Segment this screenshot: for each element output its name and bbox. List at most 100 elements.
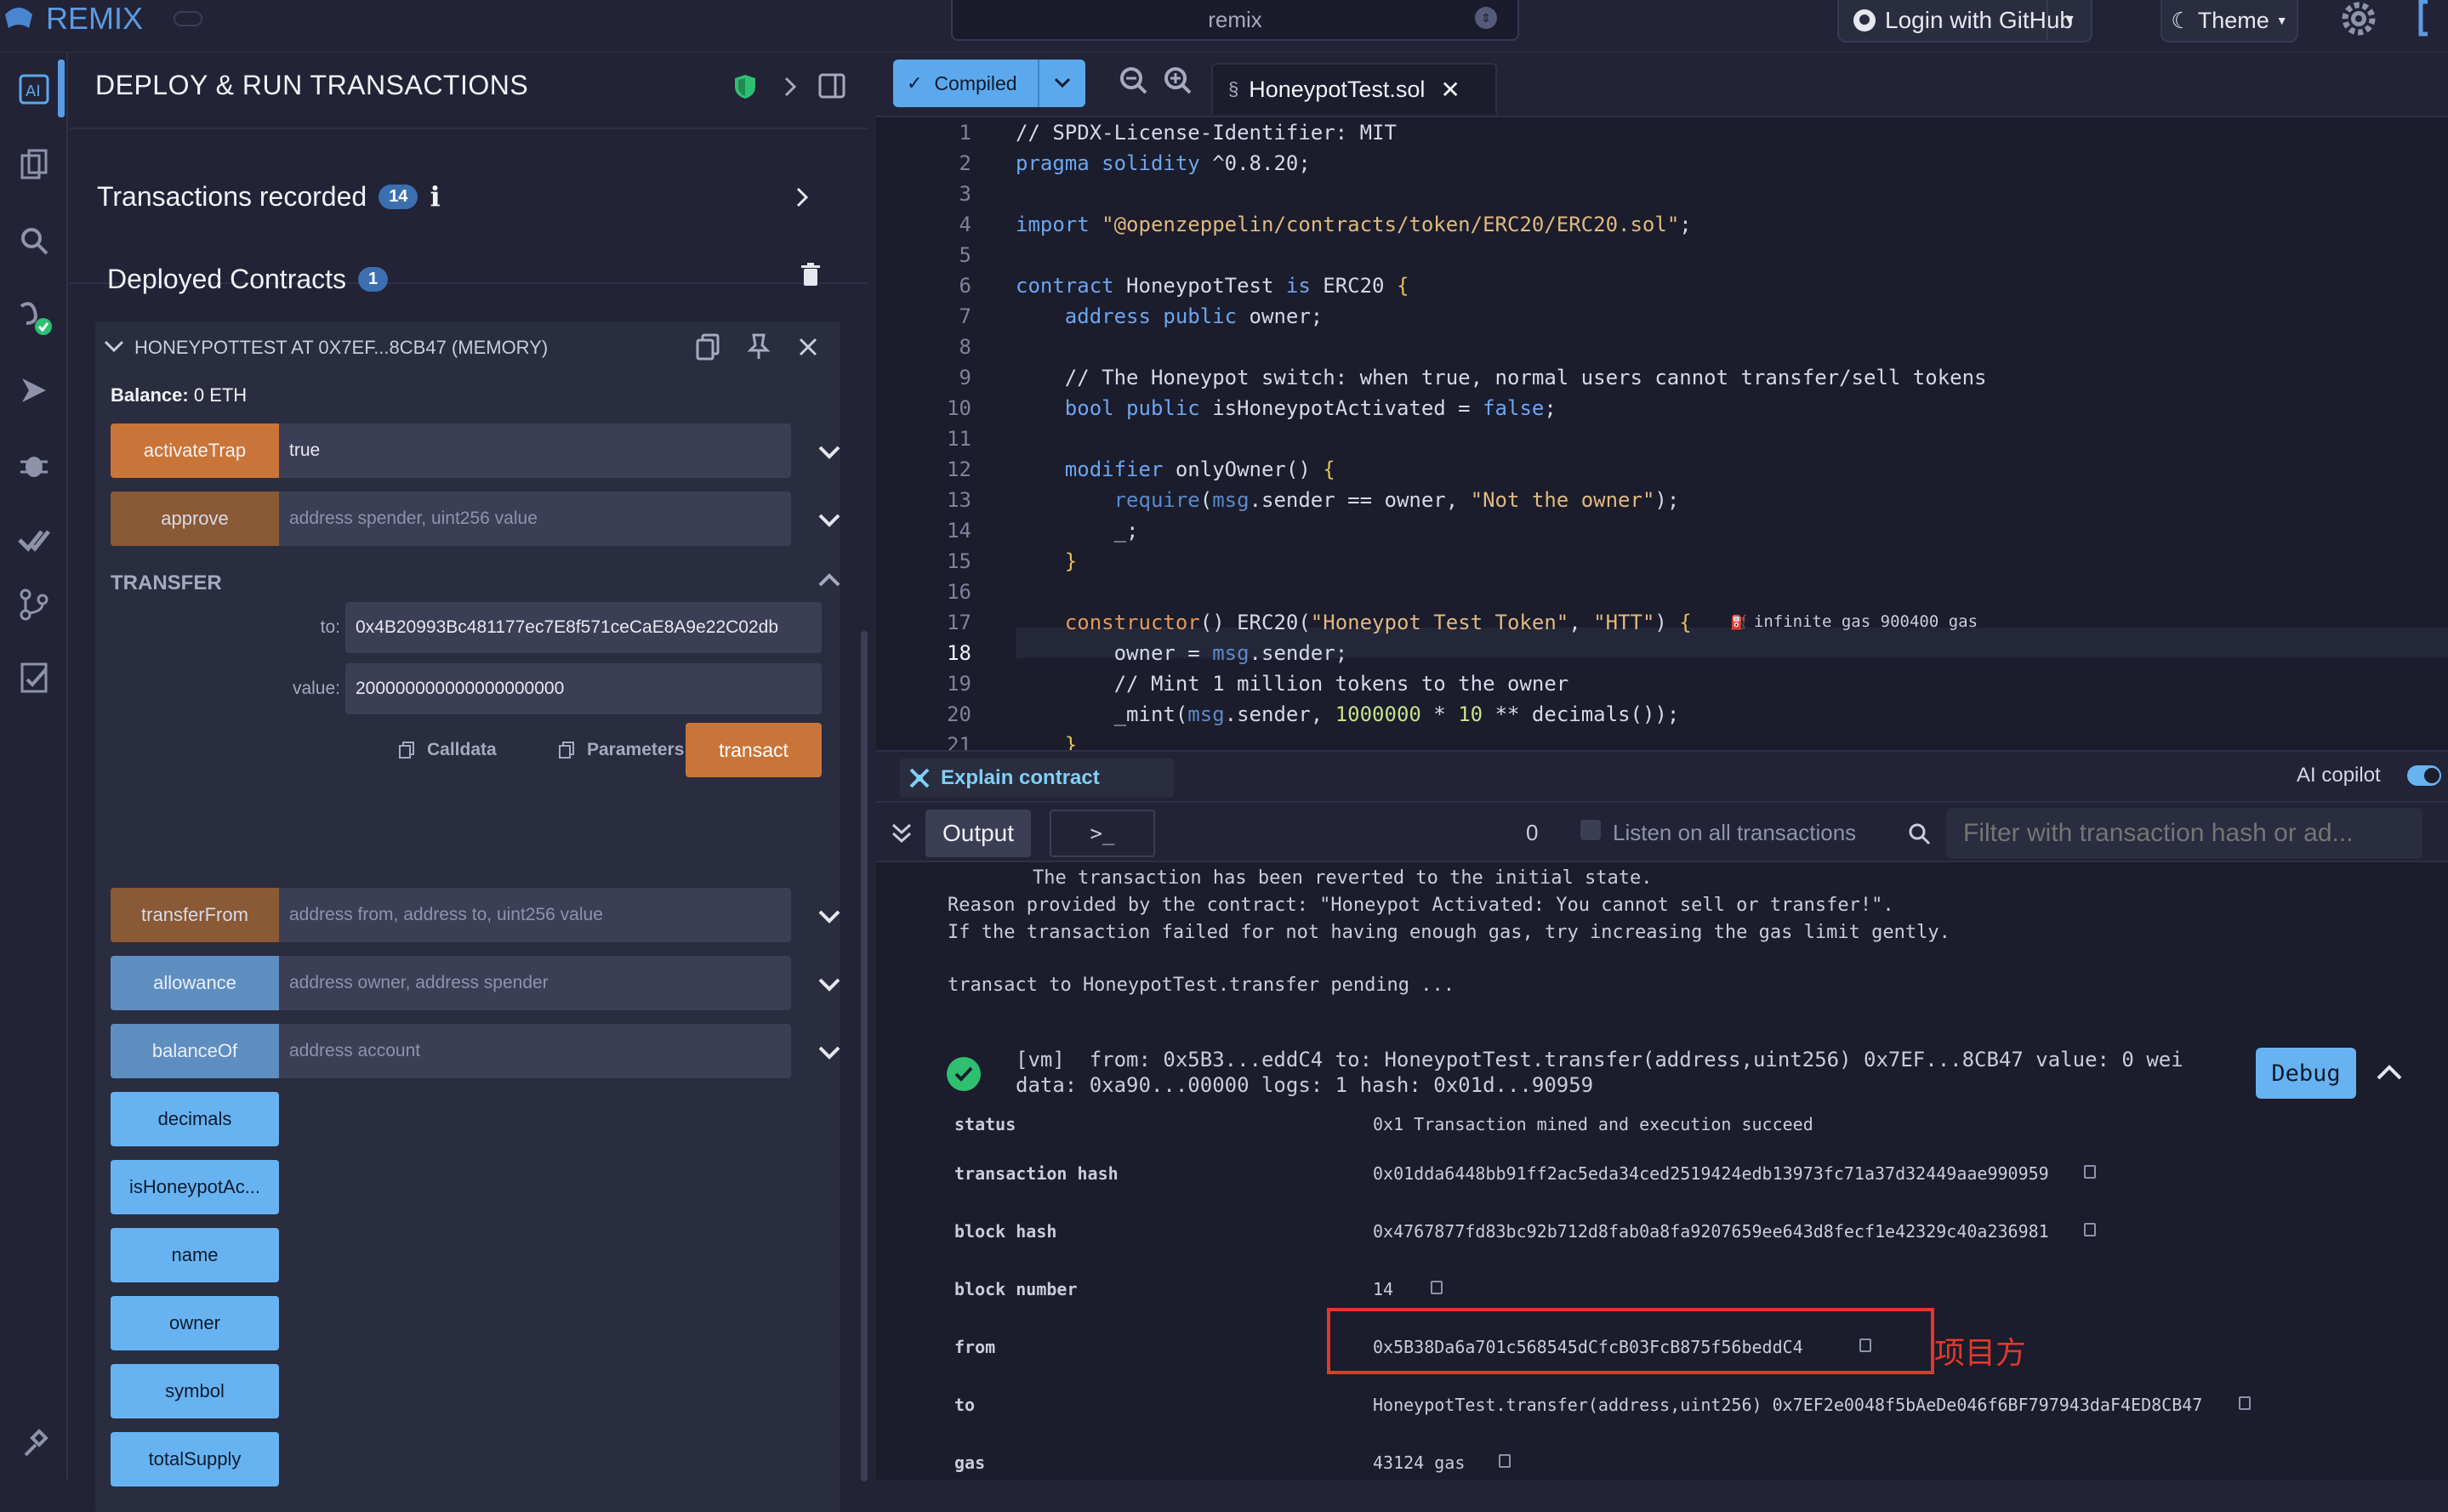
pin-icon[interactable] bbox=[747, 333, 771, 361]
decimals-button[interactable]: decimals bbox=[111, 1092, 279, 1146]
vm-summary-line-2[interactable]: data: 0xa90...00000 logs: 1 hash: 0x01d.… bbox=[1016, 1073, 1593, 1097]
contract-header[interactable]: HONEYPOTTEST AT 0X7EF...8CB47 (MEMORY) bbox=[95, 321, 840, 372]
collapse-terminal-icon[interactable] bbox=[890, 821, 914, 845]
trash-icon[interactable] bbox=[800, 262, 822, 287]
zoom-out-icon[interactable] bbox=[1119, 66, 1148, 95]
function-row-transferfrom: transferFrom address from, address to, u… bbox=[111, 888, 840, 942]
parameters-button[interactable]: Parameters bbox=[558, 740, 684, 760]
file-tab[interactable]: § HoneypotTest.sol ✕ bbox=[1211, 63, 1497, 114]
close-tab-icon[interactable]: ✕ bbox=[1440, 76, 1460, 104]
transactions-recorded-section[interactable]: Transactions recorded 14 i bbox=[70, 131, 868, 284]
debugger-icon[interactable] bbox=[0, 435, 68, 495]
transact-button[interactable]: transact bbox=[686, 723, 822, 777]
remix-logo[interactable]: REMIX bbox=[3, 0, 203, 37]
activatetrap-input[interactable]: true bbox=[279, 423, 791, 478]
terminal-output[interactable]: The transaction has been reverted to the… bbox=[876, 862, 2448, 1480]
deploy-run-icon[interactable] bbox=[0, 361, 68, 420]
panel-scrollbar[interactable] bbox=[861, 631, 868, 1481]
totalsupply-button[interactable]: totalSupply bbox=[111, 1432, 279, 1486]
balanceof-button[interactable]: balanceOf bbox=[111, 1024, 279, 1078]
symbol-button[interactable]: symbol bbox=[111, 1364, 279, 1418]
terminal-tab[interactable]: >_ bbox=[1050, 810, 1155, 857]
transferfrom-input[interactable]: address from, address to, uint256 value bbox=[279, 888, 791, 942]
vm-summary-line-1[interactable]: [vm] from: 0x5B3...eddC4 to: HoneypotTes… bbox=[1016, 1048, 2183, 1071]
github-icon bbox=[1853, 9, 1876, 31]
unit-test-icon[interactable] bbox=[0, 648, 68, 708]
app-name: REMIX bbox=[46, 1, 144, 36]
ai-assistant-icon[interactable]: AI bbox=[0, 60, 68, 119]
expand-chevron-icon[interactable] bbox=[817, 971, 842, 997]
line-number: 12 bbox=[947, 458, 971, 481]
copy-icon bbox=[399, 742, 414, 759]
code-line: require(msg.sender == owner, "Not the ow… bbox=[1113, 488, 1680, 512]
copy-icon[interactable] bbox=[2084, 1165, 2096, 1179]
receipt-key: gas bbox=[954, 1452, 986, 1473]
deployed-contract-card: HONEYPOTTEST AT 0X7EF...8CB47 (MEMORY) B… bbox=[95, 321, 840, 1512]
login-dropdown-caret-icon[interactable]: ▼ bbox=[2047, 0, 2091, 41]
debug-button[interactable]: Debug bbox=[2256, 1048, 2356, 1099]
expand-chevron-icon[interactable] bbox=[817, 1039, 842, 1065]
activatetrap-button[interactable]: activateTrap bbox=[111, 423, 279, 478]
expand-chevron-icon[interactable] bbox=[817, 507, 842, 532]
transfer-value-input[interactable]: 200000000000000000000 bbox=[345, 663, 822, 714]
theme-button[interactable]: ☾ Theme ▼ bbox=[2161, 0, 2298, 43]
double-check-icon[interactable] bbox=[0, 510, 68, 570]
receipt-key: transaction hash bbox=[954, 1163, 1119, 1184]
search-icon[interactable] bbox=[0, 211, 68, 270]
collapse-chevron-icon[interactable] bbox=[817, 568, 842, 594]
solidity-compiler-icon[interactable] bbox=[0, 287, 68, 347]
allowance-button[interactable]: allowance bbox=[111, 956, 279, 1010]
workspace-select[interactable]: remix ⇕ bbox=[951, 0, 1519, 41]
approve-input[interactable]: address spender, uint256 value bbox=[279, 492, 791, 546]
code-editor[interactable]: 1 // SPDX-License-Identifier: MIT 2 pragma… bbox=[876, 117, 2448, 750]
expand-chevron-icon[interactable] bbox=[817, 439, 842, 464]
copy-icon[interactable] bbox=[2239, 1396, 2251, 1410]
chevron-down-icon[interactable] bbox=[104, 338, 124, 354]
ishoneypotactivated-button[interactable]: isHoneypotAc... bbox=[111, 1160, 279, 1214]
receipt-key: status bbox=[954, 1114, 1016, 1134]
compiled-button[interactable]: ✓ Compiled bbox=[893, 60, 1085, 107]
calldata-button[interactable]: Calldata bbox=[398, 740, 497, 760]
listen-checkbox[interactable] bbox=[1580, 820, 1601, 840]
chevron-right-icon[interactable] bbox=[781, 75, 801, 99]
copy-icon[interactable] bbox=[2084, 1223, 2096, 1236]
close-icon[interactable] bbox=[798, 337, 818, 357]
info-icon[interactable]: i bbox=[430, 180, 440, 213]
compile-dropdown-chevron-icon[interactable] bbox=[1038, 60, 1085, 107]
file-explorer-icon[interactable] bbox=[0, 134, 68, 194]
copy-icon[interactable] bbox=[1431, 1281, 1443, 1294]
transfer-to-input[interactable]: 0x4B20993Bc481177ec7E8f571ceCaE8A9e22C02… bbox=[345, 602, 822, 653]
transferfrom-button[interactable]: transferFrom bbox=[111, 888, 279, 942]
log-pending: transact to HoneypotTest.transfer pendin… bbox=[948, 975, 1455, 996]
login-github-button[interactable]: Login with GitHub ▼ bbox=[1837, 0, 2092, 43]
transaction-filter-input[interactable] bbox=[1946, 808, 2422, 859]
log-reverted-3: If the transaction failed for not having… bbox=[948, 922, 1950, 943]
shield-check-icon[interactable] bbox=[733, 73, 757, 100]
output-tab[interactable]: Output bbox=[925, 810, 1031, 857]
zoom-in-icon[interactable] bbox=[1164, 66, 1193, 95]
layout-icon[interactable] bbox=[2416, 0, 2448, 41]
name-button[interactable]: name bbox=[111, 1228, 279, 1282]
plugin-manager-icon[interactable] bbox=[0, 1413, 68, 1473]
approve-button[interactable]: approve bbox=[111, 492, 279, 546]
expand-chevron-icon[interactable] bbox=[817, 903, 842, 929]
panel-toggle-icon[interactable] bbox=[818, 73, 845, 99]
chevron-up-icon[interactable] bbox=[2375, 1061, 2404, 1083]
chevron-right-icon[interactable] bbox=[793, 185, 813, 209]
line-number: 19 bbox=[947, 672, 971, 696]
owner-button[interactable]: owner bbox=[111, 1296, 279, 1350]
gas-hint-text: infinite gas 900400 gas bbox=[1753, 612, 1978, 631]
copy-icon[interactable] bbox=[696, 333, 720, 361]
settings-gear-icon[interactable] bbox=[2337, 0, 2380, 43]
balanceof-input[interactable]: address account bbox=[279, 1024, 791, 1078]
pending-count: 0 bbox=[1526, 820, 1539, 845]
ai-copilot-toggle[interactable] bbox=[2407, 765, 2441, 786]
git-icon[interactable] bbox=[0, 575, 68, 634]
theme-toggle[interactable] bbox=[174, 11, 203, 26]
copy-icon[interactable] bbox=[1499, 1454, 1511, 1468]
panel-title: DEPLOY & RUN TRANSACTIONS bbox=[95, 70, 529, 100]
allowance-input[interactable]: address owner, address spender bbox=[279, 956, 791, 1010]
compiled-label: Compiled bbox=[934, 71, 1017, 94]
explain-contract-button[interactable]: Explain contract bbox=[900, 759, 1174, 798]
code-line: contract HoneypotTest is ERC20 { bbox=[1016, 274, 1409, 298]
